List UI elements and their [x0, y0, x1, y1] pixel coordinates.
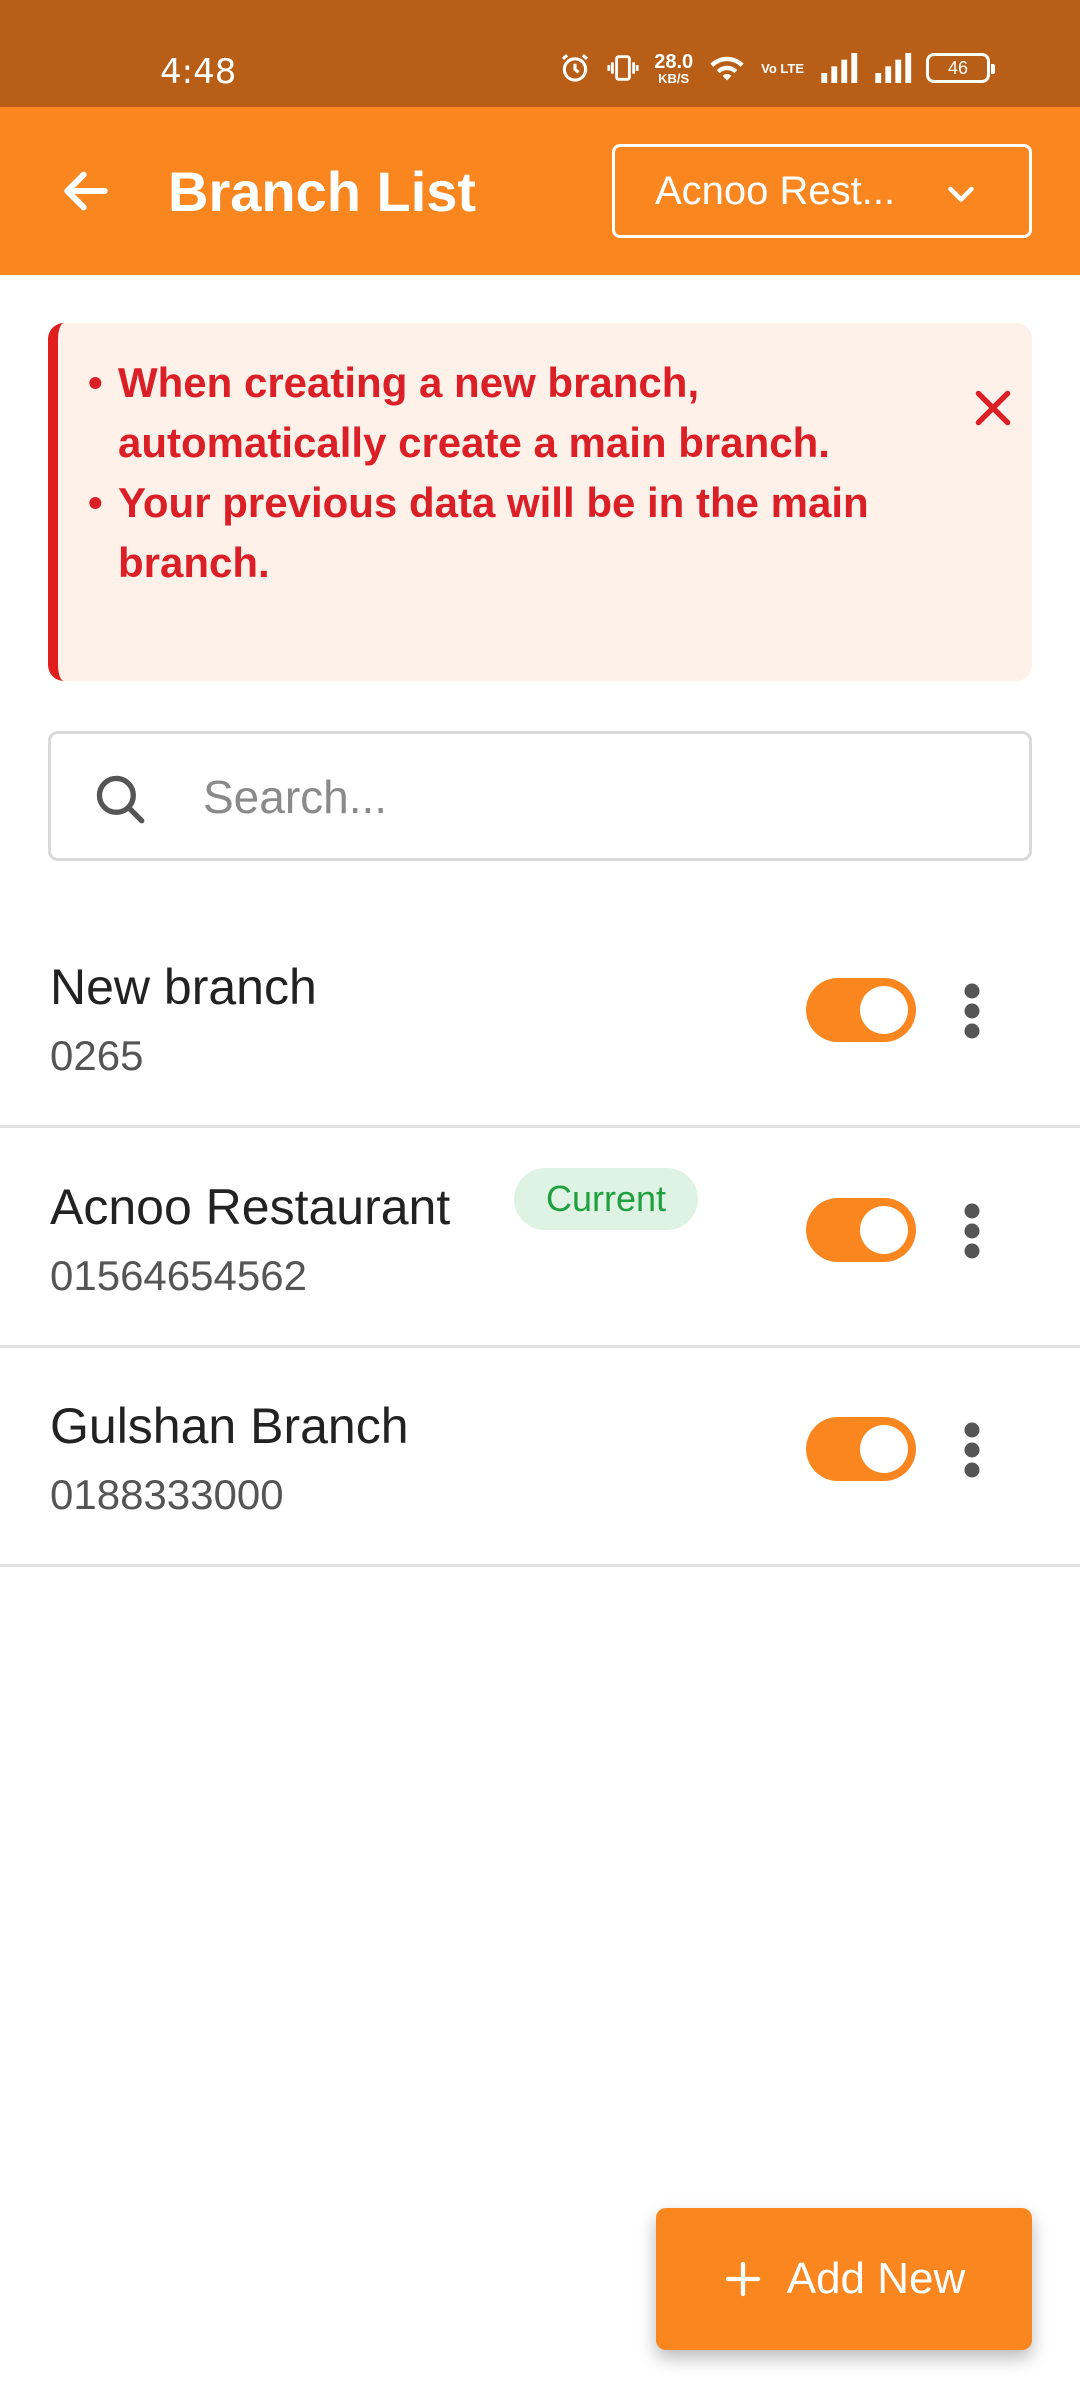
info-alert: When creating a new branch, automaticall… — [48, 323, 1032, 681]
alert-close-button[interactable] — [958, 373, 1028, 443]
branch-name: Gulshan Branch — [50, 1398, 409, 1454]
branch-status-toggle[interactable] — [806, 1417, 916, 1481]
branch-selector-label: Acnoo Rest... — [655, 168, 896, 213]
battery-icon: 46 — [926, 53, 995, 83]
branch-name: Acnoo Restaurant — [50, 1179, 451, 1235]
battery-level: 46 — [947, 57, 969, 78]
branch-row[interactable]: New branch 0265 — [0, 908, 1080, 1128]
branch-selector-dropdown[interactable]: Acnoo Rest... — [612, 144, 1032, 238]
more-options-button[interactable] — [950, 968, 994, 1054]
branch-phone: 0188333000 — [50, 1471, 284, 1518]
network-speed-unit: KB/S — [658, 70, 690, 86]
plus-icon — [725, 2261, 760, 2297]
more-vertical-icon — [964, 983, 980, 1039]
alert-item: When creating a new branch, automaticall… — [88, 353, 888, 473]
branch-row[interactable]: Acnoo Restaurant Current 01564654562 — [0, 1128, 1080, 1348]
search-icon — [96, 775, 145, 824]
back-button[interactable] — [46, 151, 126, 231]
branch-phone: 01564654562 — [50, 1252, 307, 1299]
current-badge: Current — [514, 1168, 699, 1230]
signal-icon-sim1 — [821, 53, 858, 83]
chevron-down-icon — [948, 186, 974, 202]
volte-label: Vo LTE — [761, 60, 804, 76]
more-vertical-icon — [964, 1203, 980, 1259]
network-speed: 28.0 KB/S — [654, 52, 693, 85]
search-box[interactable] — [48, 731, 1032, 861]
branch-status-toggle[interactable] — [806, 978, 916, 1042]
branch-phone: 0265 — [50, 1032, 144, 1079]
alarm-icon — [562, 54, 589, 82]
add-new-button[interactable]: Add New — [656, 2208, 1032, 2350]
branch-row[interactable]: Gulshan Branch 0188333000 — [0, 1347, 1080, 1567]
screen: 4:48 28.0 KB/S Vo LTE 46 Branch List Acn… — [0, 0, 1080, 2400]
page-title: Branch List — [168, 160, 477, 223]
branch-status-toggle[interactable] — [806, 1198, 916, 1262]
vibrate-icon — [607, 55, 639, 81]
alert-list: When creating a new branch, automaticall… — [88, 353, 888, 593]
signal-icon-sim2 — [875, 53, 912, 83]
add-new-label: Add New — [786, 2254, 966, 2303]
alert-item: Your previous data will be in the main b… — [88, 473, 888, 593]
app-bar: Branch List Acnoo Rest... — [0, 107, 1080, 275]
network-speed-value: 28.0 — [654, 50, 694, 73]
status-bar: 4:48 28.0 KB/S Vo LTE 46 — [0, 0, 1080, 107]
status-icons: 28.0 KB/S Vo LTE 46 — [558, 46, 995, 90]
branch-name: New branch — [50, 959, 317, 1015]
close-icon — [975, 390, 1011, 426]
search-input[interactable] — [203, 754, 1003, 840]
wifi-icon — [710, 56, 744, 81]
more-options-button[interactable] — [950, 1407, 994, 1493]
status-time: 4:48 — [160, 52, 237, 92]
arrow-left-icon — [64, 171, 108, 211]
more-vertical-icon — [964, 1422, 980, 1478]
volte-indicator: Vo LTE — [761, 62, 804, 75]
more-options-button[interactable] — [950, 1188, 994, 1274]
